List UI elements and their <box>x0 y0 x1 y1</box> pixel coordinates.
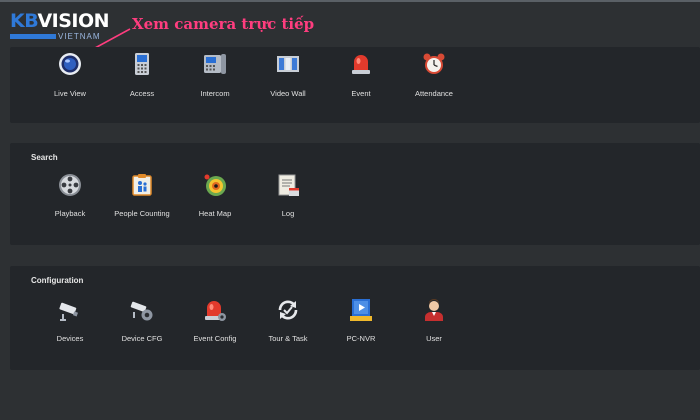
alarm-clock-icon <box>423 53 445 74</box>
tile-tour-task[interactable]: Tour & Task <box>248 268 328 343</box>
log-icon <box>278 174 299 196</box>
film-reel-icon <box>59 174 81 196</box>
tile-label: Attendance <box>415 89 453 98</box>
live-view-icon <box>59 53 81 75</box>
tile-label: Tour & Task <box>268 334 308 343</box>
tour-task-icon <box>278 300 298 320</box>
tile-label: Intercom <box>200 89 230 98</box>
camera-device-icon <box>59 302 78 321</box>
people-counting-icon <box>132 174 152 196</box>
tile-label: Devices <box>56 334 84 343</box>
tile-heat-map[interactable]: Heat Map <box>175 143 255 218</box>
tile-label: Device CFG <box>121 334 163 343</box>
tile-label: Event <box>351 89 371 98</box>
main-panel: Live View Access Intercom Video Wall Eve… <box>10 47 700 123</box>
tile-device-cfg[interactable]: Device CFG <box>102 268 182 343</box>
tile-user[interactable]: User <box>394 268 474 343</box>
search-panel: Search Playback People Counting Heat Map <box>10 143 700 245</box>
tile-label: Heat Map <box>198 209 232 218</box>
annotation-label: Xem camera trực tiếp <box>132 15 315 33</box>
tile-label: PC-NVR <box>346 334 376 343</box>
tile-event-config[interactable]: Event Config <box>175 268 255 343</box>
video-wall-icon <box>277 56 299 72</box>
event-config-icon <box>205 301 226 321</box>
top-divider <box>0 0 700 2</box>
tile-pc-nvr[interactable]: PC-NVR <box>321 268 401 343</box>
tile-label: Event Config <box>193 334 237 343</box>
tile-label: People Counting <box>114 209 170 218</box>
tile-label: Video Wall <box>270 89 306 98</box>
tile-intercom[interactable]: Intercom <box>175 52 255 102</box>
user-icon <box>425 299 443 321</box>
pc-nvr-icon <box>350 299 372 321</box>
tile-video-wall[interactable]: Video Wall <box>248 52 328 102</box>
intercom-icon <box>204 54 226 74</box>
tile-people-counting[interactable]: People Counting <box>102 143 182 218</box>
tile-access[interactable]: Access <box>102 52 182 102</box>
tile-label: Playback <box>54 209 86 218</box>
tile-event[interactable]: Event <box>321 52 401 102</box>
tile-attendance[interactable]: Attendance <box>394 52 474 102</box>
tile-log[interactable]: Log <box>248 143 328 218</box>
tile-playback[interactable]: Playback <box>30 143 110 218</box>
event-alarm-icon <box>352 55 370 74</box>
tile-label: User <box>426 334 442 343</box>
access-icon <box>135 53 149 75</box>
camera-config-icon <box>130 301 153 321</box>
tile-label: Live View <box>54 89 86 98</box>
tile-label: Access <box>129 89 155 98</box>
tile-live-view[interactable]: Live View <box>30 52 110 102</box>
configuration-panel: Configuration Devices Device CFG Event C… <box>10 266 700 370</box>
heat-map-icon <box>204 174 226 196</box>
tile-devices[interactable]: Devices <box>30 268 110 343</box>
tile-label: Log <box>281 209 295 218</box>
